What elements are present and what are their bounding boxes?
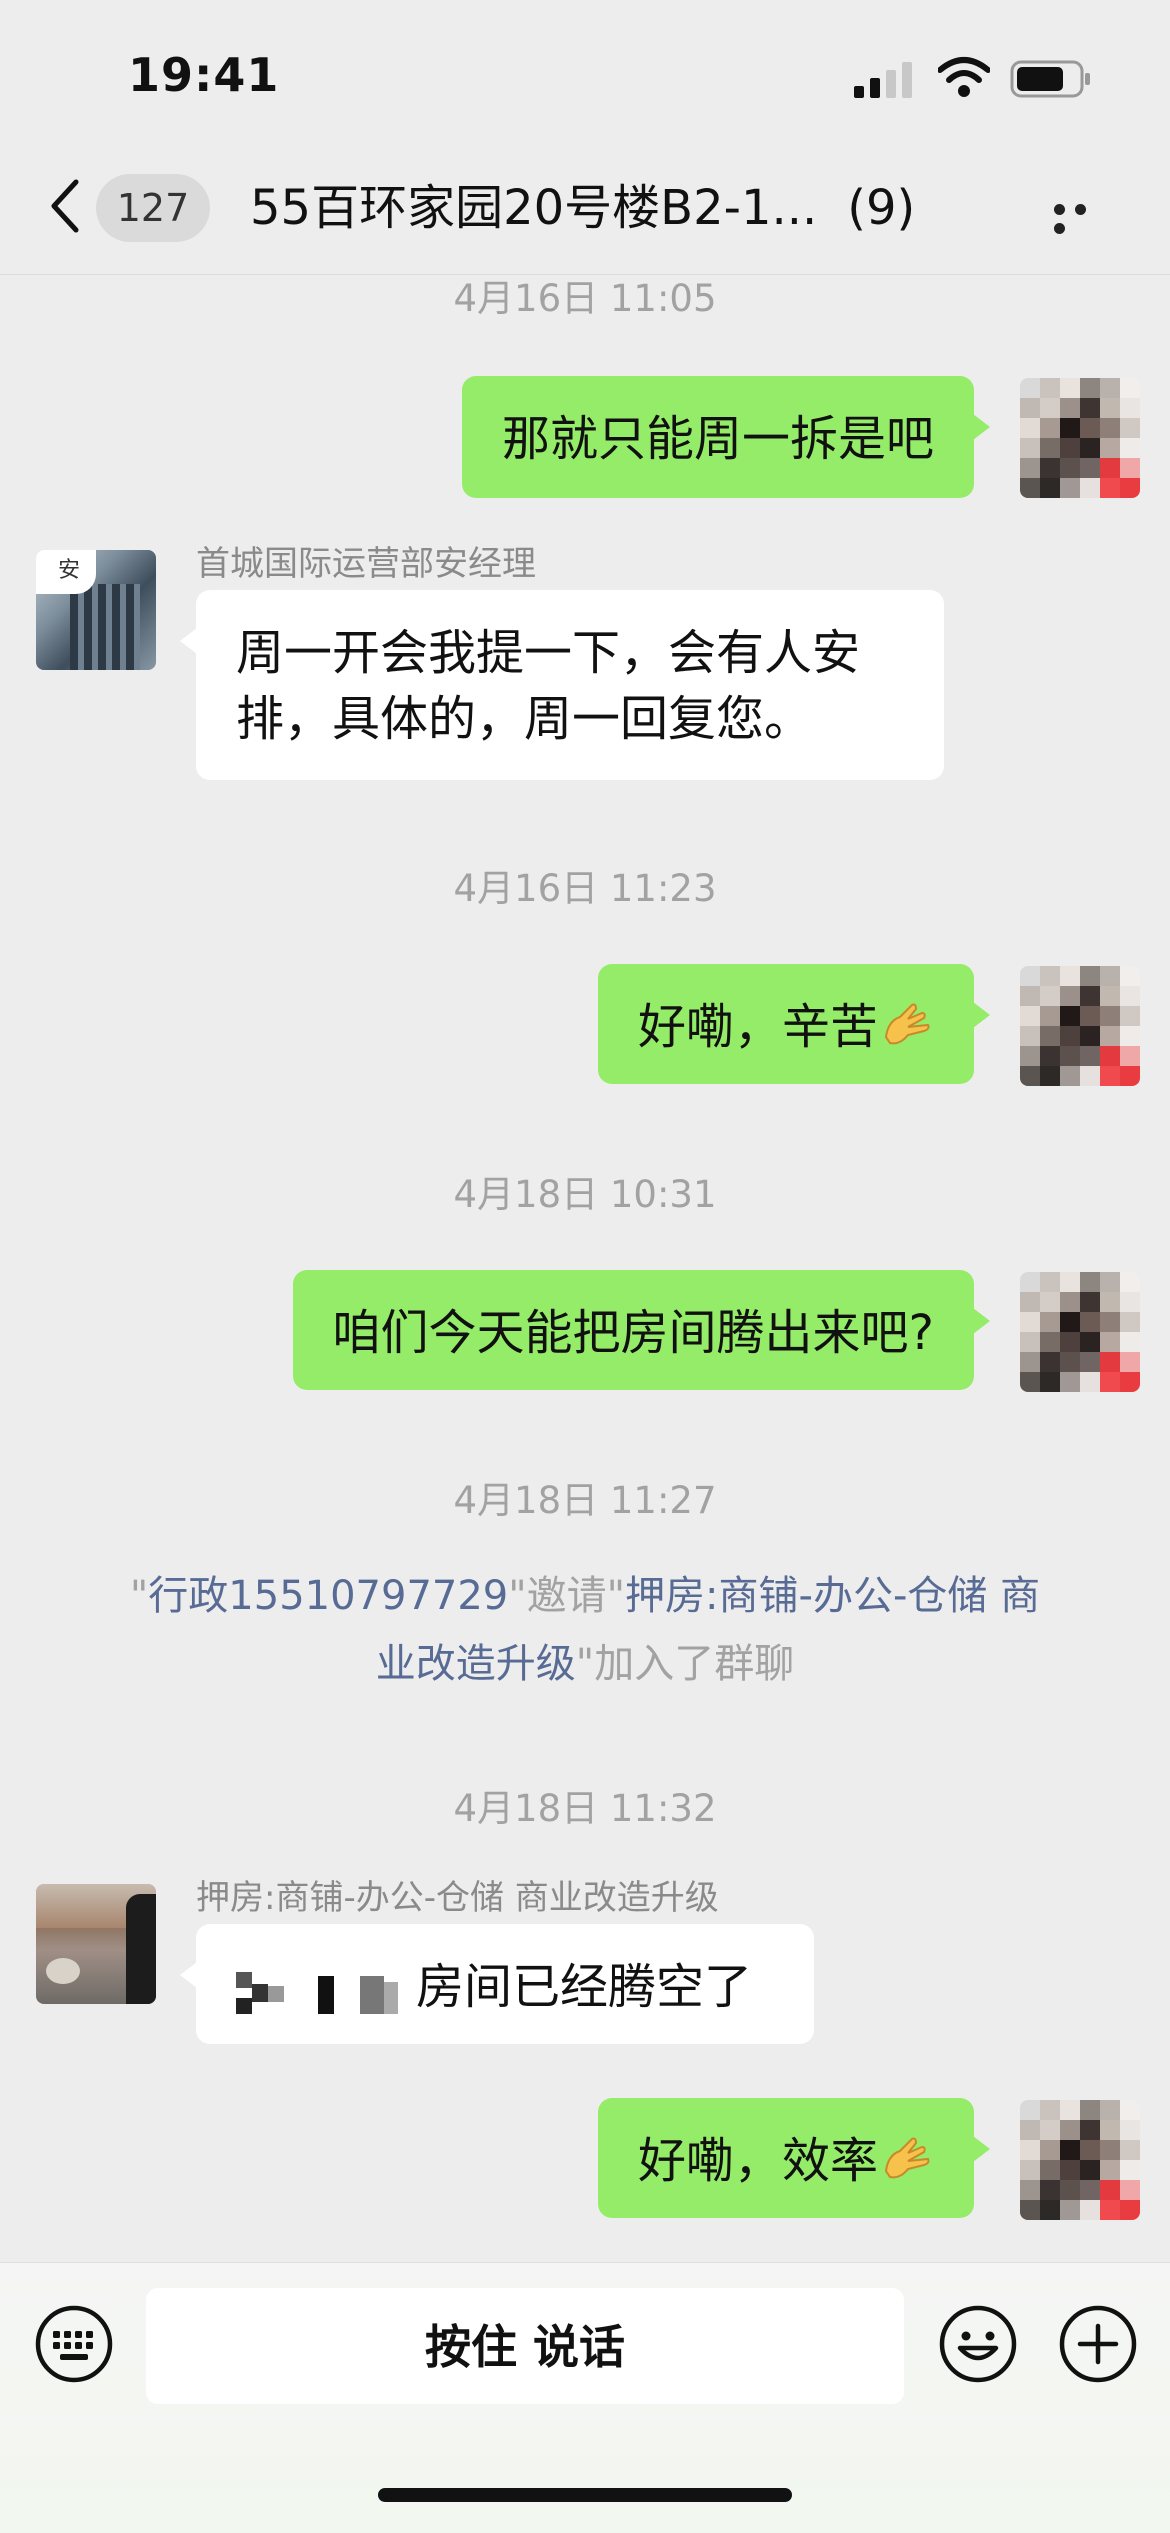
message-bubble-outgoing[interactable]: 那就只能周一拆是吧 [461,376,991,498]
chat-title[interactable]: 55百环家园20号楼B2-1... (9) [250,174,915,242]
system-notice-member-joined: "行政15510797729"邀请"押房:商铺-办公-仓储 商业改造升级"加入了… [129,1573,1041,1687]
message-bubble-incoming[interactable]: 周一开会我提一下，会有人安 排，具体的，周一回复您。 [180,590,944,780]
message-text: 房间已经腾空了 [416,1959,753,2015]
member-count: (9) [847,180,916,236]
message-bubble-outgoing[interactable]: 好嘞，效率 [597,2098,991,2218]
my-avatar[interactable] [1020,378,1140,498]
contact-avatar[interactable]: 安 [36,550,156,670]
timestamp: 4月18日 11:27 [453,1479,717,1522]
message-line: 排，具体的，周一回复您。 [236,691,813,747]
home-indicator[interactable] [378,2488,792,2502]
keyboard-icon[interactable] [34,2304,114,2384]
message-bubble-outgoing[interactable]: 好嘞，辛苦 [597,964,991,1084]
contact-avatar[interactable] [36,1884,156,2004]
status-time: 19:41 [128,48,280,102]
timestamp: 4月16日 11:23 [453,867,717,910]
more-icon[interactable] [1054,200,1114,234]
emoji-icon[interactable] [938,2304,1018,2384]
chat-name: 55百环家园20号楼B2-1... [250,180,818,236]
hold-to-talk-button[interactable]: 按住 说话 [146,2288,904,2404]
status-bar: 19:41 [0,0,1170,150]
message-text: 好嘞，辛苦 [637,999,878,1055]
message-text: 好嘞，效率 [637,2133,878,2189]
back-icon[interactable] [44,176,84,236]
my-avatar[interactable] [1020,966,1140,1086]
battery-icon [1010,60,1090,98]
timestamp: 4月16日 11:05 [453,277,717,320]
timestamp: 4月18日 10:31 [453,1173,717,1216]
ok-hand-emoji-icon [884,1003,930,1045]
sender-name: 首城国际运营部安经理 [196,544,536,584]
plus-icon[interactable] [1058,2304,1138,2384]
redacted-mention [236,1972,416,2014]
inviter-link[interactable]: 行政15510797729 [148,1573,508,1619]
sender-name: 押房:商铺-办公-仓储 商业改造升级 [196,1878,719,1918]
message-bubble-outgoing[interactable]: 咱们今天能把房间腾出来吧? [292,1270,991,1390]
ok-hand-emoji-icon [884,2137,930,2179]
message-line: 周一开会我提一下，会有人安 [236,625,861,681]
cellular-signal-icon [854,62,912,98]
my-avatar[interactable] [1020,1272,1140,1392]
avatar-label: 安 [58,558,81,583]
message-bubble-incoming[interactable]: 房间已经腾空了 [180,1924,814,2044]
wifi-icon [938,57,990,97]
my-avatar[interactable] [1020,2100,1140,2220]
unread-count-badge[interactable]: 127 [96,174,210,242]
timestamp: 4月18日 11:32 [453,1787,717,1830]
